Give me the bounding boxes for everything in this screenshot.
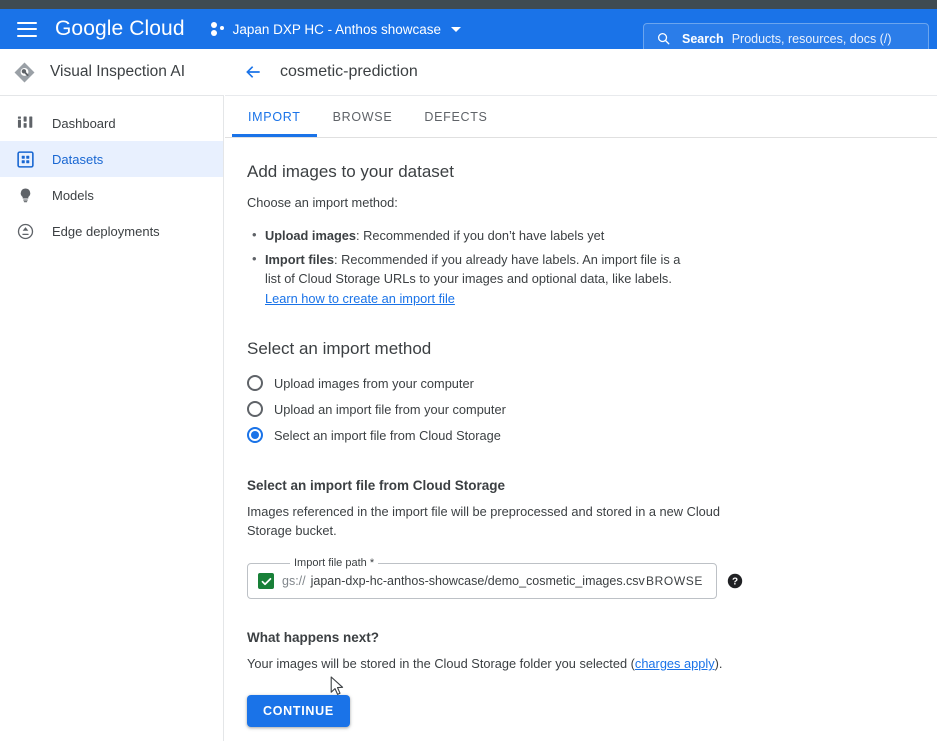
radio-label: Select an import file from Cloud Storage (274, 427, 501, 443)
import-file-path-legend: Import file path * (290, 557, 379, 569)
datasets-grid-icon (14, 150, 36, 168)
tab-label: IMPORT (248, 109, 301, 124)
tab-label: DEFECTS (424, 109, 488, 124)
list-item: Upload images: Recommended if you don’t … (252, 225, 695, 246)
dashboard-icon (14, 115, 36, 132)
radio-upload-import-file[interactable]: Upload an import file from your computer (247, 396, 937, 422)
sidebar-item-label: Models (52, 187, 94, 203)
cloud-storage-description: Images referenced in the import file wil… (247, 504, 721, 538)
browser-chrome-strip (0, 0, 937, 9)
radio-button[interactable] (247, 401, 263, 417)
radio-button[interactable] (247, 427, 263, 443)
whats-next-text-before: Your images will be stored in the Cloud … (247, 656, 635, 671)
tab-defects[interactable]: DEFECTS (408, 96, 503, 137)
select-import-method-block: Select an import method Upload images fr… (247, 339, 937, 448)
google-cloud-header: Google Cloud Japan DXP HC - Anthos showc… (0, 9, 937, 54)
radio-select-from-cloud-storage[interactable]: Select an import file from Cloud Storage (247, 422, 937, 448)
sidebar-item-datasets[interactable]: Datasets (0, 141, 223, 177)
sidebar-item-label: Dashboard (52, 115, 116, 131)
product-title: Visual Inspection AI (50, 63, 185, 80)
cloud-storage-block: Select an import file from Cloud Storage… (247, 478, 937, 599)
tab-import[interactable]: IMPORT (232, 96, 317, 137)
search-placeholder: Products, resources, docs (/) (731, 31, 892, 46)
svg-text:?: ? (732, 577, 738, 588)
cloud-storage-heading: Select an import file from Cloud Storage (247, 478, 506, 493)
project-name-label: Japan DXP HC - Anthos showcase (232, 21, 441, 37)
sidebar-nav: Dashboard Datasets Models Edge deploymen… (0, 96, 224, 741)
sidebar-item-label: Datasets (52, 151, 104, 167)
green-check-badge-icon (258, 573, 274, 589)
import-file-path-row: Import file path * gs:// japan-dxp-hc-an… (247, 557, 937, 599)
sidebar-item-edge-deployments[interactable]: Edge deployments (0, 213, 223, 249)
radio-label: Upload images from your computer (274, 375, 474, 391)
chevron-down-icon (451, 26, 461, 32)
search-label: Search (682, 31, 724, 46)
learn-how-link[interactable]: Learn how to create an import file (265, 291, 455, 306)
import-method-bullets: Upload images: Recommended if you don’t … (247, 225, 937, 309)
import-file-path-input[interactable]: Import file path * gs:// japan-dxp-hc-an… (247, 557, 717, 599)
help-circle-icon[interactable]: ? (727, 573, 743, 589)
page-header: cosmetic-prediction (225, 49, 937, 96)
product-title-bar: Visual Inspection AI (0, 49, 224, 96)
visual-inspection-diamond-icon (13, 61, 36, 84)
hamburger-icon[interactable] (17, 21, 37, 37)
import-panel: Add images to your dataset Choose an imp… (225, 138, 937, 727)
sidebar-item-models[interactable]: Models (0, 177, 223, 213)
bullet-text: : Recommended if you don’t have labels y… (356, 228, 605, 243)
sidebar-item-dashboard[interactable]: Dashboard (0, 105, 223, 141)
back-arrow-icon[interactable] (243, 62, 263, 82)
app-root: Google Cloud Japan DXP HC - Anthos showc… (0, 0, 937, 741)
continue-button[interactable]: CONTINUE (247, 695, 350, 727)
tab-browse[interactable]: BROWSE (317, 96, 409, 137)
import-file-path-value: japan-dxp-hc-anthos-showcase/demo_cosmet… (310, 574, 645, 588)
page-title: cosmetic-prediction (280, 63, 418, 80)
whats-next-heading: What happens next? (247, 630, 380, 645)
browse-button[interactable]: BROWSE (646, 574, 703, 588)
project-dots-icon (210, 22, 225, 36)
search-icon (656, 31, 671, 46)
select-import-method-heading: Select an import method (247, 339, 432, 358)
radio-label: Upload an import file from your computer (274, 401, 506, 417)
radio-upload-images[interactable]: Upload images from your computer (247, 370, 937, 396)
whats-next-block: What happens next? Your images will be s… (247, 630, 937, 727)
list-item: Import files: Recommended if you already… (252, 249, 695, 309)
sidebar-item-label: Edge deployments (52, 223, 160, 239)
main-content: cosmetic-prediction IMPORT BROWSE DEFECT… (225, 49, 937, 741)
whats-next-text-after: ). (714, 656, 723, 671)
choose-method-subtext: Choose an import method: (247, 195, 398, 210)
charges-apply-link[interactable]: charges apply (635, 656, 715, 671)
gs-scheme-prefix: gs:// (282, 574, 306, 588)
tab-bar: IMPORT BROWSE DEFECTS (225, 96, 937, 138)
add-images-heading: Add images to your dataset (247, 162, 454, 181)
whats-next-text: Your images will be stored in the Cloud … (247, 654, 937, 673)
project-selector[interactable]: Japan DXP HC - Anthos showcase (207, 15, 465, 43)
edge-deployments-icon (14, 223, 36, 240)
bullet-bold-label: Upload images (265, 228, 357, 243)
google-cloud-logo[interactable]: Google Cloud (55, 17, 185, 41)
tab-label: BROWSE (332, 109, 393, 124)
models-bulb-icon (14, 187, 36, 204)
radio-button[interactable] (247, 375, 263, 391)
bullet-bold-label: Import files (265, 251, 334, 267)
